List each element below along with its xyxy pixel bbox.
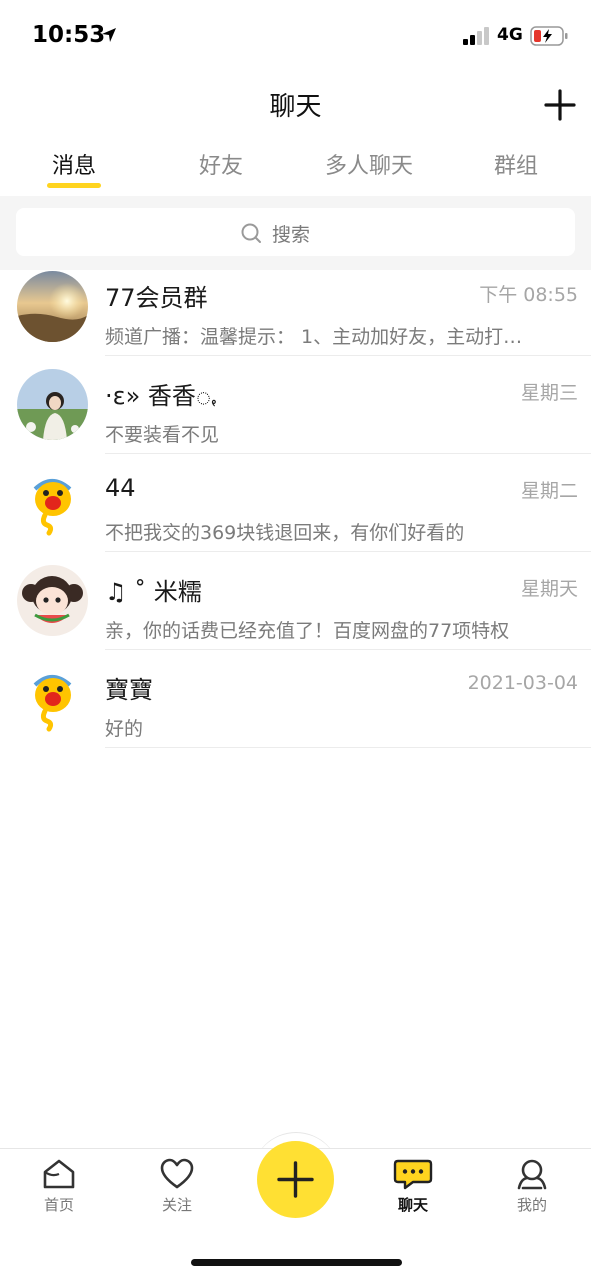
chat-preview: 不把我交的369块钱退回来，有你们好看的 — [105, 522, 465, 544]
chat-name: 寶寶 — [105, 676, 153, 704]
signal-bars-icon — [463, 27, 489, 45]
divider — [105, 355, 591, 356]
search-placeholder: 搜索 — [272, 224, 311, 246]
chat-name: 77会员群 — [105, 284, 208, 312]
nav-label: 聊天 — [397, 1196, 428, 1214]
chat-name: 44 — [105, 474, 136, 502]
chat-item[interactable]: ♫ ˚ 米糯 星期天 亲，你的话费已经充值了！百度网盘的77项特权 — [0, 564, 591, 662]
battery-charging-icon — [530, 26, 568, 46]
chat-item[interactable]: 77会员群 下午 08:55 频道广播：温馨提示： 1、主动加好友，主动打招呼，… — [0, 270, 591, 368]
location-arrow-icon — [102, 28, 116, 42]
divider — [105, 649, 591, 650]
search-icon — [241, 223, 261, 243]
chat-time: 星期三 — [520, 382, 578, 404]
network-label: 4G — [497, 25, 523, 45]
nav-follow[interactable]: 关注 — [137, 1157, 217, 1215]
chat-time: 下午 08:55 — [479, 284, 578, 306]
profile-icon — [517, 1159, 547, 1190]
nav-chat[interactable]: 聊天 — [373, 1157, 453, 1215]
heart-icon — [160, 1158, 194, 1189]
plus-icon[interactable] — [544, 89, 576, 121]
divider — [105, 453, 591, 454]
chat-preview: 亲，你的话费已经充值了！百度网盘的77项特权 — [105, 620, 510, 642]
active-tab-underline — [47, 183, 101, 188]
chat-preview: 好的 — [105, 718, 144, 740]
chat-name: ♫ ˚ 米糯 — [105, 578, 202, 606]
nav-home[interactable]: 首页 — [19, 1157, 99, 1215]
chat-name: ·ε» 香香ꩻ — [105, 382, 217, 410]
status-bar: 10:53 4G — [0, 0, 591, 70]
chat-item[interactable]: 寶寶 2021-03-04 好的 — [0, 662, 591, 760]
page-title: 聊天 — [269, 92, 322, 122]
home-indicator — [191, 1259, 402, 1266]
chat-bubble-icon — [393, 1159, 433, 1190]
chat-list: 77会员群 下午 08:55 频道广播：温馨提示： 1、主动加好友，主动打招呼，… — [0, 270, 591, 760]
avatar — [17, 663, 88, 734]
home-icon — [43, 1159, 75, 1189]
status-time: 10:53 — [32, 22, 106, 48]
tab-group-chat[interactable]: 多人聊天 — [321, 148, 417, 180]
plus-icon — [277, 1161, 314, 1198]
avatar — [17, 565, 88, 636]
create-button[interactable] — [257, 1141, 334, 1218]
tab-messages[interactable]: 消息 — [50, 148, 98, 180]
chat-time: 星期二 — [520, 480, 578, 502]
nav-label: 我的 — [516, 1196, 547, 1214]
nav-label: 关注 — [161, 1196, 192, 1214]
search-area: 搜索 — [0, 196, 591, 270]
chat-preview: 频道广播：温馨提示： 1、主动加好友，主动打招呼，多多聊天 — [105, 326, 535, 348]
divider — [105, 551, 591, 552]
chat-item[interactable]: ·ε» 香香ꩻ 星期三 不要装看不见 — [0, 368, 591, 466]
chat-time: 2021-03-04 — [467, 672, 578, 694]
avatar — [17, 467, 88, 538]
search-input[interactable]: 搜索 — [16, 208, 575, 256]
avatar — [17, 271, 88, 342]
tab-groups[interactable]: 群组 — [492, 148, 540, 180]
tab-friends[interactable]: 好友 — [197, 148, 245, 180]
chat-page: 10:53 4G 聊天 消息 好友 多人聊天 群组 搜索 77会员群 下午 08… — [0, 0, 591, 1280]
chat-item[interactable]: 44 星期二 不把我交的369块钱退回来，有你们好看的 — [0, 466, 591, 564]
nav-profile[interactable]: 我的 — [492, 1157, 572, 1215]
divider — [105, 747, 591, 748]
chat-preview: 不要装看不见 — [105, 424, 220, 446]
chat-time: 星期天 — [520, 578, 578, 600]
nav-label: 首页 — [43, 1196, 74, 1214]
avatar — [17, 369, 88, 440]
